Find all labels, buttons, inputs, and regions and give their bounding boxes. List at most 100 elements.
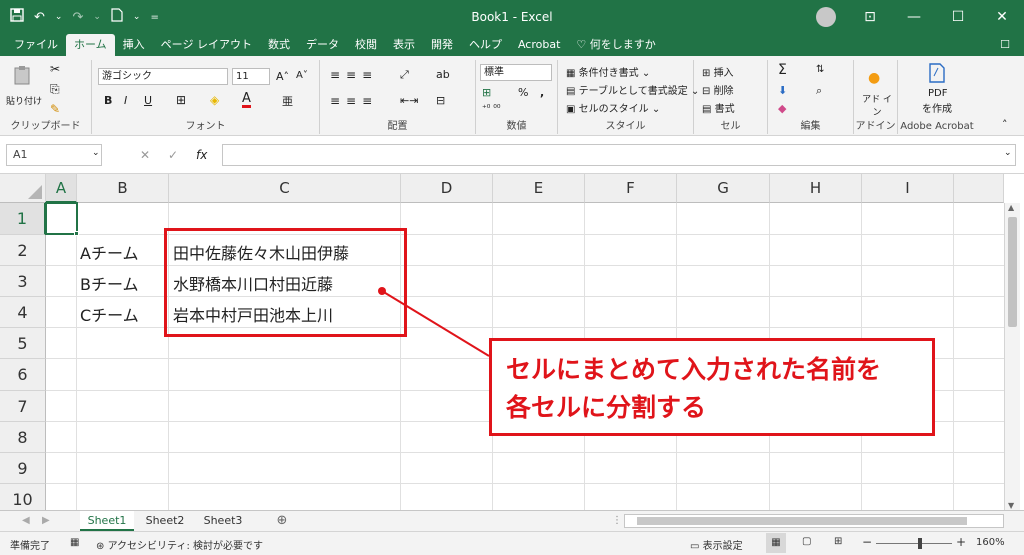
column-header-a[interactable]: A xyxy=(46,174,77,203)
scroll-up-icon[interactable]: ▲ xyxy=(1008,203,1014,212)
row-header-7[interactable]: 7 xyxy=(0,391,46,422)
expand-formula-icon[interactable]: ⌄ xyxy=(1004,148,1012,158)
bold-button[interactable]: B xyxy=(104,94,112,107)
tab-file[interactable]: ファイル xyxy=(6,34,66,56)
next-sheet-icon[interactable]: ▶ xyxy=(42,515,50,526)
macro-record-icon[interactable]: ▦ xyxy=(70,537,79,548)
name-box[interactable]: A1 xyxy=(6,144,102,166)
cell-b3[interactable]: Bチーム xyxy=(80,271,139,295)
zoom-in-button[interactable]: + xyxy=(956,535,966,549)
row-header-10[interactable]: 10 xyxy=(0,484,46,510)
column-header-b[interactable]: B xyxy=(77,174,169,203)
tab-help[interactable]: ヘルプ xyxy=(461,34,510,56)
addins-button[interactable]: アド イン xyxy=(862,92,892,118)
minimize-button[interactable]: — xyxy=(892,9,936,25)
zoom-out-button[interactable]: − xyxy=(862,535,872,549)
phonetic-icon[interactable]: 亜 xyxy=(282,93,293,109)
tab-view[interactable]: 表示 xyxy=(385,34,423,56)
prev-sheet-icon[interactable]: ◀ xyxy=(22,515,30,526)
row-header-5[interactable]: 5 xyxy=(0,328,46,359)
pdf-icon[interactable] xyxy=(926,62,948,84)
italic-button[interactable]: I xyxy=(124,94,127,107)
vertical-scroll-thumb[interactable] xyxy=(1008,217,1017,327)
pdf-label[interactable]: PDF xyxy=(928,88,947,99)
indent-icons[interactable]: ⇤⇥ xyxy=(400,94,418,107)
name-box-dropdown-icon[interactable]: ⌄ xyxy=(92,148,100,158)
row-header-1[interactable]: 1 xyxy=(0,203,46,235)
collapse-ribbon-icon[interactable]: ˄ xyxy=(1002,118,1008,131)
column-header-partial[interactable] xyxy=(954,174,1004,203)
page-layout-view-icon[interactable]: ▢ xyxy=(802,536,811,547)
sheet-tab-sheet2[interactable]: Sheet2 xyxy=(138,511,192,531)
ribbon-display-options-icon[interactable]: ⊡ xyxy=(848,9,892,25)
tab-acrobat[interactable]: Acrobat xyxy=(510,34,568,56)
currency-icon[interactable]: ⊞ xyxy=(482,86,491,99)
tab-page-layout[interactable]: ページ レイアウト xyxy=(153,34,260,56)
fill-icon[interactable]: ⬇ xyxy=(778,84,787,97)
horizontal-align-icons[interactable]: ≡≡≡ xyxy=(330,94,378,108)
tab-data[interactable]: データ xyxy=(298,34,347,56)
sheet-tab-sheet1[interactable]: Sheet1 xyxy=(80,511,134,531)
normal-view-icon[interactable]: ▦ xyxy=(766,533,786,553)
grow-font-button[interactable]: A˄ xyxy=(276,70,289,83)
format-painter-icon[interactable]: ✎ xyxy=(50,102,60,116)
row-header-6[interactable]: 6 xyxy=(0,359,46,391)
font-color-icon[interactable]: A xyxy=(242,92,251,108)
vertical-align-icons[interactable]: ≡≡≡ xyxy=(330,68,378,82)
clear-icon[interactable]: ◆ xyxy=(778,102,786,115)
row-header-9[interactable]: 9 xyxy=(0,453,46,484)
tell-me-search[interactable]: ♡ 何をしますか xyxy=(568,34,663,56)
format-as-table-button[interactable]: ▤ テーブルとして書式設定 ⌄ xyxy=(566,82,699,97)
add-sheet-button[interactable]: ⊕ xyxy=(270,511,294,531)
font-size-select[interactable]: 11 xyxy=(232,68,270,85)
cancel-entry-icon[interactable]: ✕ xyxy=(140,148,150,162)
paste-icon[interactable] xyxy=(12,64,34,86)
row-header-2[interactable]: 2 xyxy=(0,235,46,266)
addins-icon[interactable]: ● xyxy=(868,70,880,86)
display-settings-button[interactable]: ▭ 表示設定 xyxy=(690,537,743,552)
font-name-select[interactable]: 游ゴシック xyxy=(98,68,228,85)
cell-b2[interactable]: Aチーム xyxy=(80,240,138,264)
orientation-icon[interactable]: ⤢ xyxy=(400,68,409,82)
insert-cells-button[interactable]: ⊞ 挿入 xyxy=(702,64,734,79)
row-header-3[interactable]: 3 xyxy=(0,266,46,297)
enter-entry-icon[interactable]: ✓ xyxy=(168,148,178,162)
decimal-icons[interactable]: ⁺⁰ ⁰⁰ xyxy=(482,104,500,114)
horizontal-scroll-thumb[interactable] xyxy=(637,517,967,525)
cell-b4[interactable]: Cチーム xyxy=(80,302,139,326)
column-header-d[interactable]: D xyxy=(401,174,493,203)
shrink-font-button[interactable]: A˅ xyxy=(296,70,308,81)
tab-split-handle[interactable]: ⋮ xyxy=(612,515,622,526)
row-header-8[interactable]: 8 xyxy=(0,422,46,453)
restore-button[interactable]: ☐ xyxy=(936,9,980,25)
tab-review[interactable]: 校閲 xyxy=(347,34,385,56)
tab-home[interactable]: ホーム xyxy=(66,34,115,56)
percent-button[interactable]: % xyxy=(518,86,528,99)
column-header-c[interactable]: C xyxy=(169,174,401,203)
column-header-f[interactable]: F xyxy=(585,174,677,203)
comments-icon[interactable]: ☐ xyxy=(1000,34,1024,56)
avatar[interactable] xyxy=(816,7,836,27)
column-header-e[interactable]: E xyxy=(493,174,585,203)
close-button[interactable]: ✕ xyxy=(980,9,1024,25)
borders-icon[interactable]: ⊞ xyxy=(176,93,186,107)
zoom-slider-thumb[interactable] xyxy=(918,538,922,549)
tab-insert[interactable]: 挿入 xyxy=(115,34,153,56)
column-header-g[interactable]: G xyxy=(677,174,770,203)
paste-button[interactable]: 貼り付け xyxy=(6,94,42,107)
fill-color-icon[interactable]: ◈ xyxy=(210,93,219,107)
wrap-text-icon[interactable]: ab xyxy=(436,68,450,81)
format-cells-button[interactable]: ▤ 書式 xyxy=(702,100,735,115)
zoom-slider[interactable] xyxy=(876,543,952,544)
comma-button[interactable]: , xyxy=(540,86,544,99)
copy-icon[interactable]: ⎘ xyxy=(50,82,60,97)
tab-formulas[interactable]: 数式 xyxy=(260,34,298,56)
accessibility-status[interactable]: ⊛ アクセシビリティ: 検討が必要です xyxy=(96,537,263,552)
horizontal-scrollbar[interactable] xyxy=(624,514,1004,528)
cell-styles-button[interactable]: ▣ セルのスタイル ⌄ xyxy=(566,100,660,115)
scroll-down-icon[interactable]: ▼ xyxy=(1008,501,1014,510)
delete-cells-button[interactable]: ⊟ 削除 xyxy=(702,82,734,97)
page-break-view-icon[interactable]: ⊞ xyxy=(834,536,842,547)
insert-function-button[interactable]: fx xyxy=(196,148,207,162)
vertical-scrollbar[interactable]: ▲ ▼ xyxy=(1004,203,1020,510)
